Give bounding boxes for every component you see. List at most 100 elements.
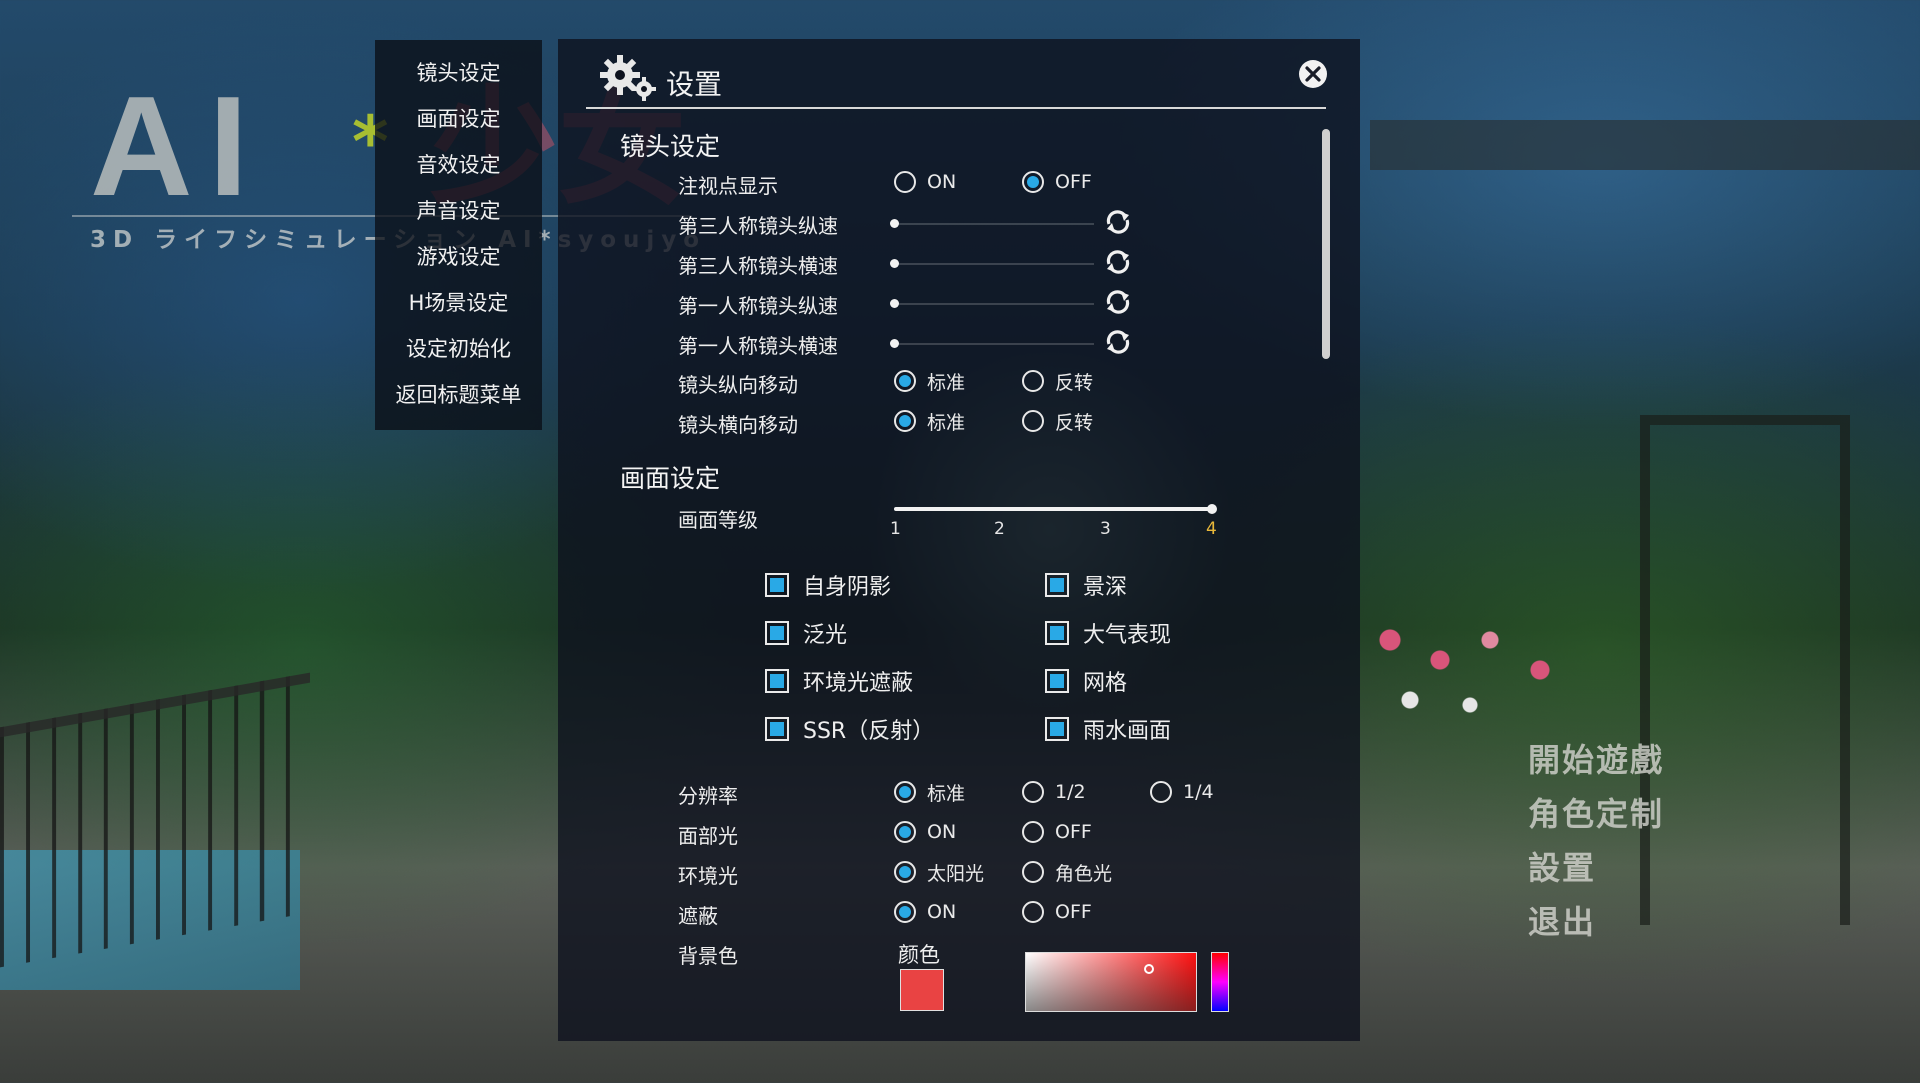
panel-title: 设置 bbox=[666, 68, 723, 101]
radio-icon bbox=[894, 821, 916, 843]
menu-item-camera[interactable]: 镜头设定 bbox=[375, 58, 542, 88]
quality-tick-3: 3 bbox=[1100, 519, 1111, 539]
menu-item-game[interactable]: 游戏设定 bbox=[375, 242, 542, 272]
section-title-camera: 镜头设定 bbox=[620, 132, 721, 161]
logo-main-text: AI bbox=[90, 67, 264, 226]
checkbox-atmosphere[interactable]: 大气表现 bbox=[1045, 616, 1171, 650]
reset-icon[interactable] bbox=[1103, 329, 1133, 355]
checkbox-ambient-occlusion[interactable]: 环境光遮蔽 bbox=[765, 664, 913, 698]
face-light-on-radio[interactable]: ON bbox=[894, 817, 956, 847]
menu-item-sound-effects[interactable]: 音效设定 bbox=[375, 150, 542, 180]
reset-icon[interactable] bbox=[1103, 289, 1133, 315]
checkbox-bloom[interactable]: 泛光 bbox=[765, 616, 847, 650]
quality-tick-4: 4 bbox=[1206, 519, 1217, 539]
scrollbar[interactable] bbox=[1322, 129, 1330, 359]
first-person-vertical-speed-slider[interactable] bbox=[894, 303, 1094, 305]
horizontal-move-reverse-radio[interactable]: 反转 bbox=[1022, 406, 1093, 436]
quality-tick-1: 1 bbox=[890, 519, 901, 539]
checkbox-icon bbox=[765, 573, 789, 597]
slider-handle[interactable] bbox=[890, 259, 899, 268]
reset-icon[interactable] bbox=[1103, 249, 1133, 275]
radio-icon bbox=[1022, 171, 1044, 193]
color-picker-cursor[interactable] bbox=[1144, 964, 1154, 974]
checkbox-icon bbox=[1045, 621, 1069, 645]
radio-icon bbox=[1022, 370, 1044, 392]
menu-item-voice[interactable]: 声音设定 bbox=[375, 196, 542, 226]
checkbox-icon bbox=[765, 669, 789, 693]
radio-icon bbox=[1022, 901, 1044, 923]
resolution-standard-radio[interactable]: 标准 bbox=[894, 777, 965, 807]
first-person-horizontal-speed-slider[interactable] bbox=[894, 343, 1094, 345]
graphics-quality-label: 画面等级 bbox=[678, 508, 758, 532]
main-menu-character-custom[interactable]: 角色定制 bbox=[1528, 789, 1664, 835]
camera-vertical-move-label: 镜头纵向移动 bbox=[678, 373, 798, 397]
settings-category-menu: 镜头设定 画面设定 音效设定 声音设定 游戏设定 H场景设定 设定初始化 返回标… bbox=[375, 40, 542, 430]
checkbox-icon bbox=[765, 717, 789, 741]
radio-icon bbox=[1022, 781, 1044, 803]
focus-point-off-radio[interactable]: OFF bbox=[1022, 167, 1092, 197]
background-color-swatch[interactable] bbox=[900, 969, 944, 1011]
radio-icon bbox=[1022, 821, 1044, 843]
first-person-horizontal-speed-label: 第一人称镜头横速 bbox=[678, 334, 838, 358]
checkbox-icon bbox=[765, 621, 789, 645]
menu-item-return-title[interactable]: 返回标题菜单 bbox=[375, 380, 542, 410]
slider-handle[interactable] bbox=[890, 299, 899, 308]
slider-handle[interactable] bbox=[890, 219, 899, 228]
reset-icon[interactable] bbox=[1103, 209, 1133, 235]
checkbox-icon bbox=[1045, 573, 1069, 597]
slider-handle[interactable] bbox=[890, 339, 899, 348]
first-person-vertical-speed-label: 第一人称镜头纵速 bbox=[678, 294, 838, 318]
color-saturation-value-picker[interactable] bbox=[1025, 952, 1197, 1012]
main-menu-exit[interactable]: 退出 bbox=[1528, 897, 1596, 943]
occlusion-off-radio[interactable]: OFF bbox=[1022, 897, 1092, 927]
third-person-horizontal-speed-label: 第三人称镜头横速 bbox=[678, 254, 838, 278]
third-person-horizontal-speed-slider[interactable] bbox=[894, 263, 1094, 265]
checkbox-icon bbox=[1045, 717, 1069, 741]
quality-tick-2: 2 bbox=[994, 519, 1005, 539]
checkbox-self-shadow[interactable]: 自身阴影 bbox=[765, 568, 891, 602]
scene-flowers bbox=[1350, 600, 1600, 730]
menu-item-reset-settings[interactable]: 设定初始化 bbox=[375, 334, 542, 364]
scene-door-frame bbox=[1640, 415, 1850, 925]
resolution-quarter-radio[interactable]: 1/4 bbox=[1150, 777, 1214, 807]
checkbox-ssr[interactable]: SSR（反射） bbox=[765, 712, 934, 746]
color-hue-slider[interactable] bbox=[1211, 952, 1229, 1012]
resolution-half-radio[interactable]: 1/2 bbox=[1022, 777, 1086, 807]
ambient-light-label: 环境光 bbox=[678, 864, 738, 888]
occlusion-on-radio[interactable]: ON bbox=[894, 897, 956, 927]
radio-icon bbox=[894, 370, 916, 392]
camera-horizontal-move-label: 镜头横向移动 bbox=[678, 413, 798, 437]
horizontal-move-standard-radio[interactable]: 标准 bbox=[894, 406, 965, 436]
radio-icon bbox=[1022, 410, 1044, 432]
focus-point-label: 注视点显示 bbox=[678, 174, 778, 198]
face-light-off-radio[interactable]: OFF bbox=[1022, 817, 1092, 847]
ambient-light-sun-radio[interactable]: 太阳光 bbox=[894, 857, 984, 887]
radio-icon bbox=[1150, 781, 1172, 803]
occlusion-label: 遮蔽 bbox=[678, 904, 718, 928]
main-menu-start-game[interactable]: 開始遊戲 bbox=[1528, 735, 1664, 781]
menu-item-graphics[interactable]: 画面设定 bbox=[375, 104, 542, 134]
graphics-quality-handle[interactable] bbox=[1207, 504, 1217, 514]
close-icon[interactable] bbox=[1298, 59, 1328, 89]
radio-icon bbox=[894, 410, 916, 432]
ambient-light-character-radio[interactable]: 角色光 bbox=[1022, 857, 1112, 887]
checkbox-icon bbox=[1045, 669, 1069, 693]
section-title-graphics: 画面设定 bbox=[620, 464, 721, 493]
title-divider bbox=[586, 107, 1326, 109]
focus-point-on-radio[interactable]: ON bbox=[894, 167, 956, 197]
color-label: 颜色 bbox=[898, 943, 940, 967]
vertical-move-standard-radio[interactable]: 标准 bbox=[894, 366, 965, 396]
scrollbar-thumb[interactable] bbox=[1322, 129, 1330, 359]
checkbox-depth-of-field[interactable]: 景深 bbox=[1045, 568, 1127, 602]
graphics-quality-slider[interactable] bbox=[894, 507, 1212, 511]
main-menu-settings[interactable]: 設置 bbox=[1528, 843, 1596, 889]
gear-icon bbox=[600, 55, 656, 101]
checkbox-grid[interactable]: 网格 bbox=[1045, 664, 1127, 698]
scene-roof bbox=[1370, 120, 1920, 170]
third-person-vertical-speed-slider[interactable] bbox=[894, 223, 1094, 225]
checkbox-rain-effect[interactable]: 雨水画面 bbox=[1045, 712, 1171, 746]
vertical-move-reverse-radio[interactable]: 反转 bbox=[1022, 366, 1093, 396]
menu-item-h-scene[interactable]: H场景设定 bbox=[375, 288, 542, 318]
face-light-label: 面部光 bbox=[678, 824, 738, 848]
radio-icon bbox=[894, 171, 916, 193]
